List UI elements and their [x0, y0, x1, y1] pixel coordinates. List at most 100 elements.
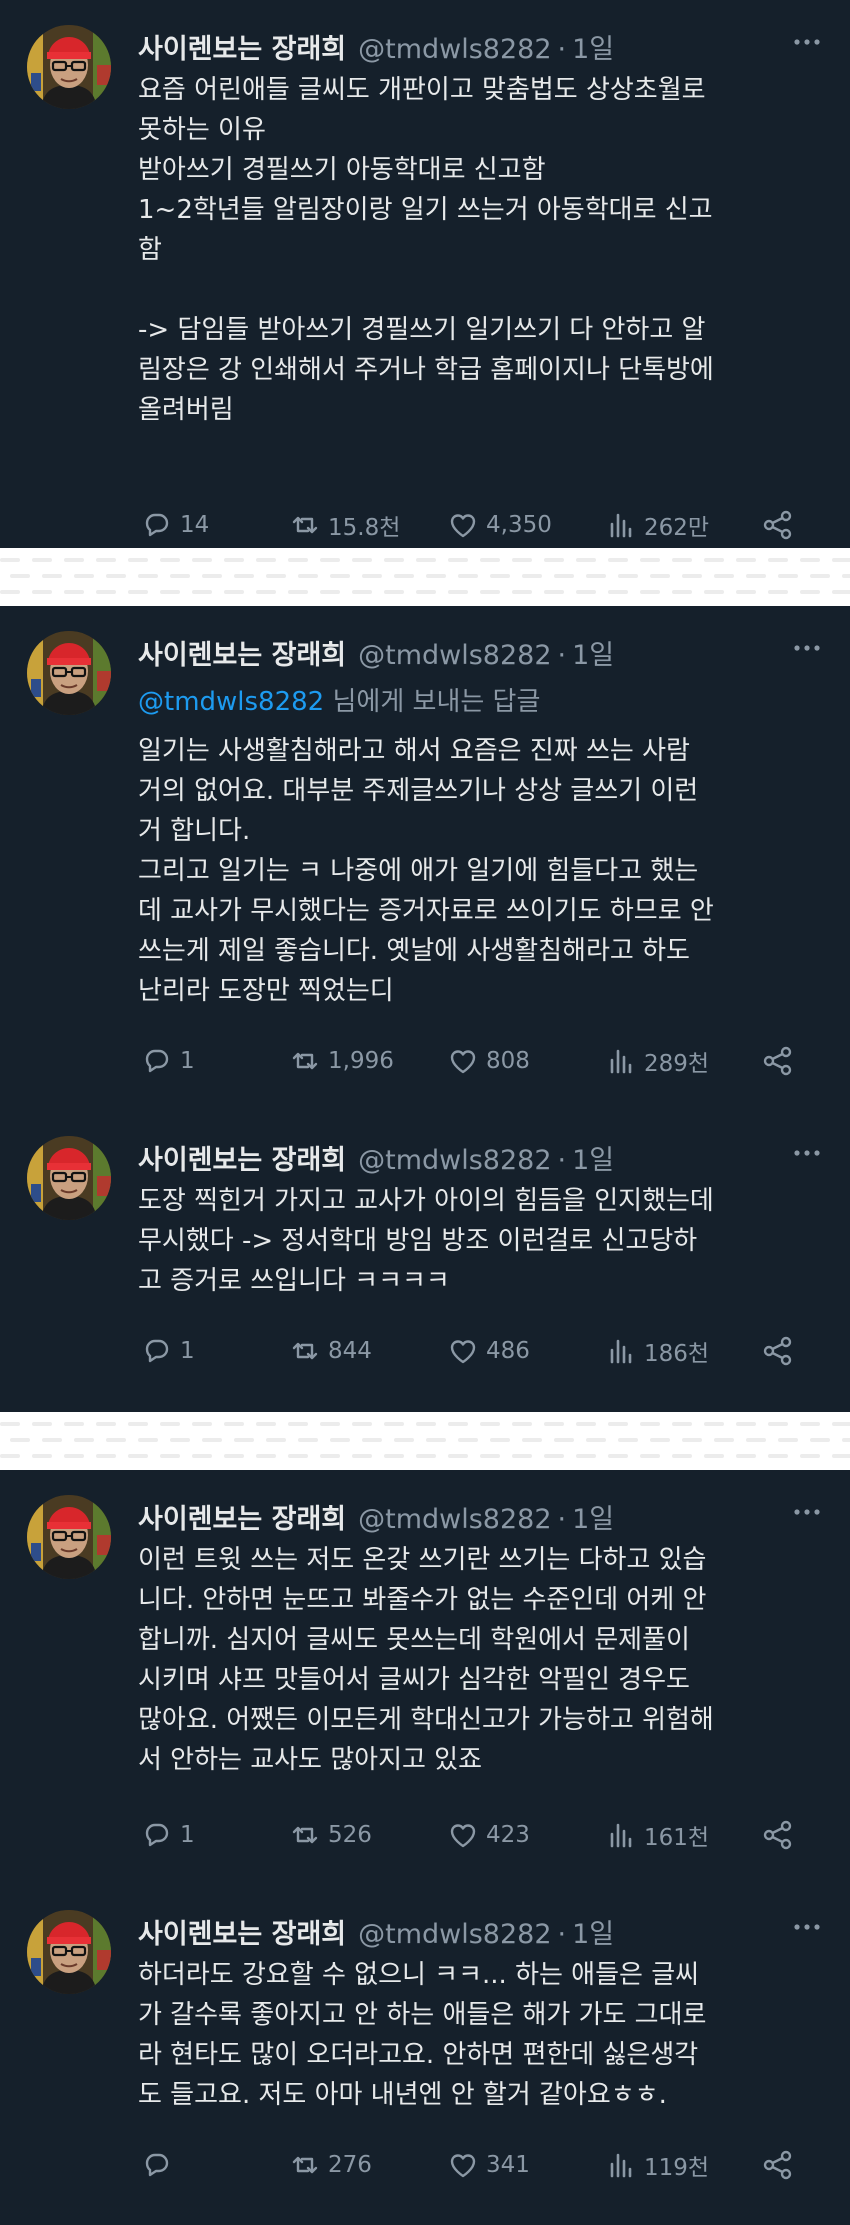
author-name[interactable]: 사이렌보는 장래희 [138, 1138, 346, 1177]
reply-mention-link[interactable]: @tmdwls8282 [138, 687, 324, 717]
views-button[interactable]: 262만 [606, 505, 709, 545]
reply-button[interactable]: 1 [142, 1331, 195, 1371]
avatar[interactable] [27, 1910, 111, 1994]
retweet-button[interactable]: 15.8천 [290, 505, 400, 545]
like-button[interactable]: 486 [448, 1331, 530, 1371]
tweet-text-line: 거의 없어요. 대부분 주제글쓰기나 상상 글쓰기 이런 [138, 776, 699, 806]
avatar[interactable] [27, 631, 111, 715]
avatar[interactable] [27, 1495, 111, 1579]
retweet-icon [292, 1342, 318, 1360]
avatar-image [27, 25, 111, 109]
views-icon [610, 513, 632, 538]
tweet-text-line [138, 270, 830, 310]
tweet-actions: 1 1,996 808 289천 [142, 1041, 802, 1081]
separator-dot: · [557, 1504, 567, 1535]
tweet-text-line: 시키며 샤프 맛들어서 글씨가 심각한 악필인 경우도 [138, 1665, 690, 1695]
tweet-text-line: 라 현타도 많이 오더라고요. 안하면 편한데 싫은생각 [138, 2040, 699, 2070]
separator-dot: · [557, 1145, 567, 1176]
views-button[interactable]: 161천 [606, 1815, 709, 1855]
views-icon [610, 1049, 632, 1074]
more-options-icon[interactable] [792, 1148, 822, 1158]
retweet-button[interactable]: 1,996 [290, 1041, 394, 1081]
tweet-text-line: 서 안하는 교사도 많아지고 있죠 [138, 1745, 483, 1775]
author-handle[interactable]: @tmdwls8282 [358, 1145, 551, 1176]
watermark-strip [0, 548, 850, 606]
tweet-header: 사이렌보는 장래희 @tmdwls8282 · 1일 [138, 1497, 614, 1537]
like-button[interactable]: 4,350 [448, 505, 552, 545]
author-handle[interactable]: @tmdwls8282 [358, 34, 551, 65]
more-options-icon[interactable] [792, 643, 822, 653]
reply-icon [145, 1339, 169, 1363]
tweet-text-line: 가 갈수록 좋아지고 안 하는 애들은 해가 가도 그대로 [138, 2000, 707, 2030]
share-icon[interactable] [762, 1819, 794, 1851]
author-name[interactable]: 사이렌보는 장래희 [138, 1912, 346, 1951]
like-icon [450, 1050, 476, 1074]
retweet-button[interactable]: 276 [290, 2145, 372, 2185]
avatar[interactable] [27, 25, 111, 109]
retweet-button[interactable]: 526 [290, 1815, 372, 1855]
author-handle[interactable]: @tmdwls8282 [358, 640, 551, 671]
tweet-text-line: 1~2학년들 알림장이랑 일기 쓰는거 아동학대로 신고 [138, 195, 713, 225]
tweet-text-line: 림장은 강 인쇄해서 주거나 학급 홈페이지나 단톡방에 [138, 355, 714, 385]
share-icon[interactable] [762, 2149, 794, 2181]
tweet-text-line: 올려버림 [138, 395, 234, 425]
retweet-icon [292, 1826, 318, 1844]
author-name[interactable]: 사이렌보는 장래희 [138, 27, 346, 66]
author-name[interactable]: 사이렌보는 장래희 [138, 633, 346, 672]
reply-icon [145, 2153, 169, 2177]
tweet-time[interactable]: 1일 [572, 633, 614, 672]
retweet-button[interactable]: 844 [290, 1331, 372, 1371]
views-icon [610, 1339, 632, 1364]
tweet-panel-2: 사이렌보는 장래희 @tmdwls8282 · 1일 @tmdwls8282 님… [0, 606, 850, 1412]
separator-dot: · [557, 1919, 567, 1950]
share-icon[interactable] [762, 1335, 794, 1367]
avatar[interactable] [27, 1136, 111, 1220]
reply-button[interactable]: 1 [142, 1041, 195, 1081]
like-button[interactable]: 423 [448, 1815, 530, 1855]
tweet-text-line: 거 합니다. [138, 816, 251, 846]
tweet-text-line: 데 교사가 무시했다는 증거자료로 쓰이기도 하므로 안 [138, 896, 714, 926]
like-button[interactable]: 808 [448, 1041, 530, 1081]
tweet-time[interactable]: 1일 [572, 27, 614, 66]
views-count: 262만 [644, 515, 710, 541]
more-options-icon[interactable] [792, 1922, 822, 1932]
author-handle[interactable]: @tmdwls8282 [358, 1919, 551, 1950]
tweet-time[interactable]: 1일 [572, 1912, 614, 1951]
reply-button[interactable] [142, 2145, 180, 2185]
avatar-image [27, 1136, 111, 1220]
reply-button[interactable]: 1 [142, 1815, 195, 1855]
views-button[interactable]: 119천 [606, 2145, 709, 2185]
reply-button[interactable]: 14 [142, 505, 209, 545]
retweet-count: 526 [328, 1822, 372, 1848]
reply-count: 1 [180, 1048, 195, 1074]
views-count: 119천 [644, 2155, 710, 2181]
tweet-header: 사이렌보는 장래희 @tmdwls8282 · 1일 [138, 1138, 614, 1178]
views-count: 161천 [644, 1825, 710, 1851]
tweet-panel-1: 사이렌보는 장래희 @tmdwls8282 · 1일 요즘 어린애들 글씨도 개… [0, 0, 850, 548]
tweet-time[interactable]: 1일 [572, 1138, 614, 1177]
tweet-text: 일기는 사생활침해라고 해서 요즘은 진짜 쓰는 사람거의 없어요. 대부분 주… [138, 731, 830, 1011]
author-handle[interactable]: @tmdwls8282 [358, 1504, 551, 1535]
separator-dot: · [557, 34, 567, 65]
tweet-text-line: 이런 트윗 쓰는 저도 온갖 쓰기란 쓰기는 다하고 있습 [138, 1545, 707, 1575]
tweet-text-line: 못하는 이유 [138, 115, 266, 145]
more-options-icon[interactable] [792, 1507, 822, 1517]
views-button[interactable]: 289천 [606, 1041, 709, 1081]
more-options-icon[interactable] [792, 37, 822, 47]
tweet-text-line: 그리고 일기는 ㅋ 나중에 애가 일기에 힘들다고 했는 [138, 856, 699, 886]
tweet-header: 사이렌보는 장래희 @tmdwls8282 · 1일 [138, 633, 614, 673]
tweet-text-line: 일기는 사생활침해라고 해서 요즘은 진짜 쓰는 사람 [138, 736, 690, 766]
tweet-text-line: 함 [138, 235, 162, 265]
author-name[interactable]: 사이렌보는 장래희 [138, 1497, 346, 1536]
like-button[interactable]: 341 [448, 2145, 530, 2185]
watermark-pattern [0, 558, 850, 594]
tweet-actions: 1 526 423 161천 [142, 1815, 802, 1855]
retweet-icon [292, 516, 318, 534]
reply-context: @tmdwls8282 님에게 보내는 답글 [138, 681, 540, 718]
share-icon[interactable] [762, 1045, 794, 1077]
tweet-time[interactable]: 1일 [572, 1497, 614, 1536]
views-button[interactable]: 186천 [606, 1331, 709, 1371]
reply-icon [145, 1049, 169, 1073]
share-icon[interactable] [762, 509, 794, 541]
tweet-text-line: 도 들고요. 저도 아마 내년엔 안 할거 같아요ㅎㅎ. [138, 2080, 667, 2110]
